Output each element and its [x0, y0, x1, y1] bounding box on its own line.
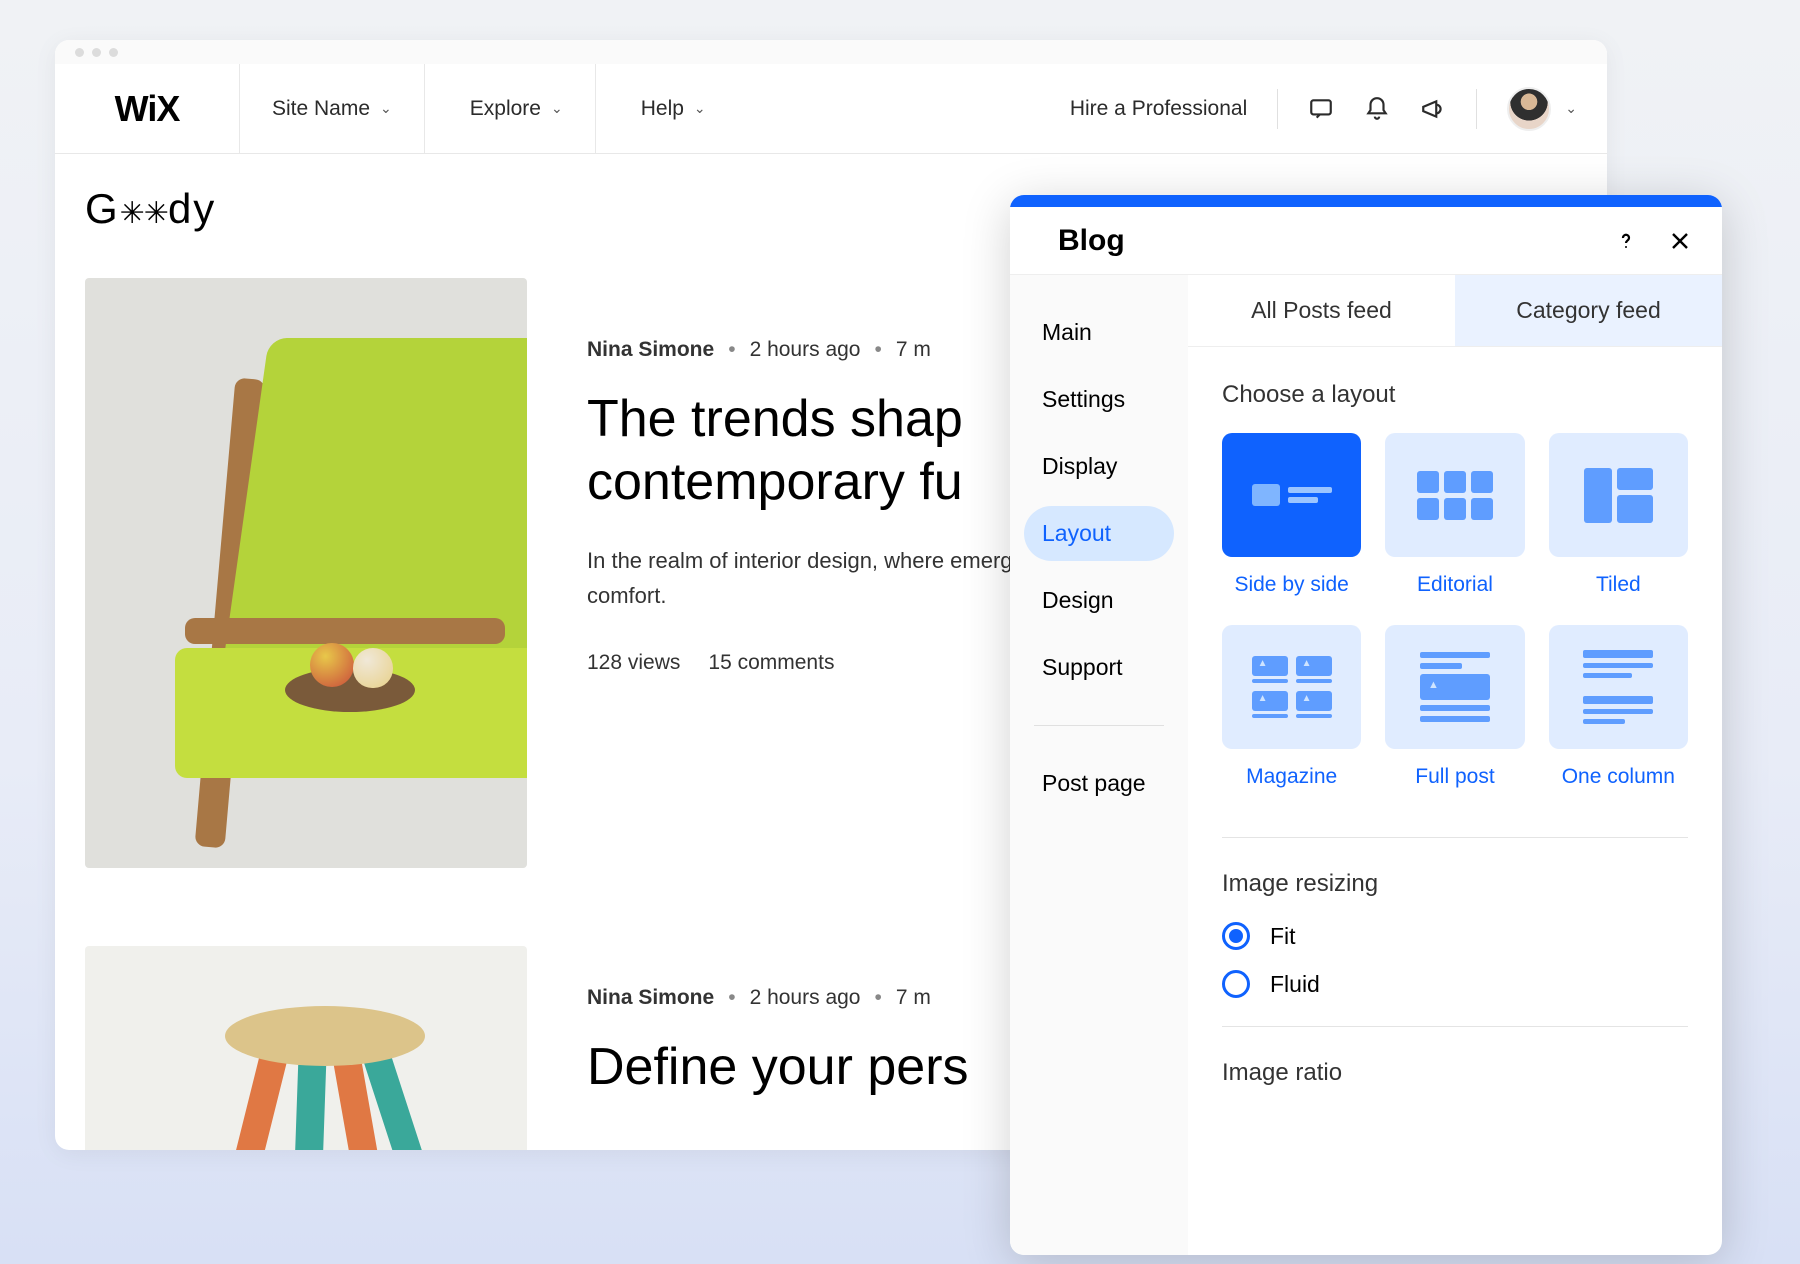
window-dot [75, 48, 84, 57]
radio-fluid[interactable]: Fluid [1222, 970, 1688, 998]
layout-option-one-column[interactable]: One column [1549, 625, 1688, 789]
explore-label: Explore [470, 97, 541, 121]
post-time: 2 hours ago [750, 986, 861, 1010]
sidebar-item-design[interactable]: Design [1024, 573, 1174, 628]
avatar [1507, 87, 1551, 131]
layout-option-label: Side by side [1222, 573, 1361, 597]
explore-dropdown[interactable]: Explore ⌄ [425, 64, 596, 153]
layout-option-label: One column [1549, 765, 1688, 789]
chevron-down-icon: ⌄ [380, 100, 392, 117]
wix-logo[interactable]: WiX [55, 64, 240, 153]
layout-option-side-by-side[interactable]: Side by side [1222, 433, 1361, 597]
panel-tabs: All Posts feed Category feed [1188, 275, 1722, 347]
sidebar-item-post-page[interactable]: Post page [1024, 756, 1174, 811]
separator-dot: • [874, 986, 881, 1010]
site-name-label: Site Name [272, 97, 370, 121]
layout-preview [1549, 625, 1688, 749]
chevron-down-icon: ⌄ [1565, 100, 1577, 117]
layout-grid: Side by side Editorial Tiled [1222, 433, 1688, 789]
layout-option-label: Editorial [1385, 573, 1524, 597]
window-dot [109, 48, 118, 57]
sidebar-item-settings[interactable]: Settings [1024, 372, 1174, 427]
help-dropdown[interactable]: Help ⌄ [596, 64, 738, 153]
divider [1476, 89, 1477, 129]
post-read: 7 m [896, 986, 931, 1010]
help-label: Help [641, 97, 684, 121]
panel-main: All Posts feed Category feed Choose a la… [1188, 275, 1722, 1255]
panel-accent-bar [1010, 195, 1722, 207]
megaphone-icon[interactable] [1420, 96, 1446, 122]
window-chrome [55, 40, 1607, 64]
hire-professional-link[interactable]: Hire a Professional [1070, 97, 1247, 121]
divider [1222, 1026, 1688, 1027]
user-menu[interactable]: ⌄ [1507, 87, 1577, 131]
topbar-right: Hire a Professional ⌄ [1070, 64, 1607, 153]
tab-all-posts-feed[interactable]: All Posts feed [1188, 275, 1455, 346]
image-ratio-label: Image ratio [1222, 1059, 1688, 1087]
blog-settings-panel: Blog Main Settings Display Layout Design… [1010, 195, 1722, 1255]
sidebar-item-main[interactable]: Main [1024, 305, 1174, 360]
layout-option-full-post[interactable]: Full post [1385, 625, 1524, 789]
post-image [85, 278, 527, 868]
chevron-down-icon: ⌄ [551, 100, 563, 117]
post-read: 7 m [896, 338, 931, 362]
divider [1222, 837, 1688, 838]
help-icon[interactable] [1614, 229, 1638, 253]
bell-icon[interactable] [1364, 96, 1390, 122]
separator-dot: • [728, 986, 735, 1010]
site-logo[interactable]: G✳✳dy [85, 185, 216, 233]
site-name-dropdown[interactable]: Site Name ⌄ [240, 64, 425, 153]
layout-option-label: Tiled [1549, 573, 1688, 597]
divider [1034, 725, 1164, 726]
layout-preview [1222, 625, 1361, 749]
radio-icon [1222, 922, 1250, 950]
radio-icon [1222, 970, 1250, 998]
post-author: Nina Simone [587, 986, 714, 1010]
radio-fit[interactable]: Fit [1222, 922, 1688, 950]
layout-preview [1222, 433, 1361, 557]
topbar: WiX Site Name ⌄ Explore ⌄ Help ⌄ Hire a … [55, 64, 1607, 154]
window-dot [92, 48, 101, 57]
layout-option-tiled[interactable]: Tiled [1549, 433, 1688, 597]
sidebar-item-display[interactable]: Display [1024, 439, 1174, 494]
layout-option-editorial[interactable]: Editorial [1385, 433, 1524, 597]
divider [1277, 89, 1278, 129]
layout-option-label: Magazine [1222, 765, 1361, 789]
choose-layout-label: Choose a layout [1222, 381, 1688, 409]
panel-body: Main Settings Display Layout Design Supp… [1010, 275, 1722, 1255]
image-resizing-label: Image resizing [1222, 870, 1688, 898]
post-time: 2 hours ago [750, 338, 861, 362]
panel-title: Blog [1058, 224, 1584, 258]
radio-label: Fit [1270, 923, 1296, 950]
tab-category-feed[interactable]: Category feed [1455, 275, 1722, 346]
radio-label: Fluid [1270, 971, 1320, 998]
layout-preview [1549, 433, 1688, 557]
chat-icon[interactable] [1308, 96, 1334, 122]
close-icon[interactable] [1668, 229, 1692, 253]
chevron-down-icon: ⌄ [694, 100, 706, 117]
wix-logo-text: WiX [115, 88, 180, 130]
post-views: 128 views [587, 651, 680, 675]
panel-header: Blog [1010, 207, 1722, 275]
panel-sidebar: Main Settings Display Layout Design Supp… [1010, 275, 1188, 1255]
post-image [85, 946, 527, 1150]
sidebar-item-layout[interactable]: Layout [1024, 506, 1174, 561]
post-comments: 15 comments [708, 651, 834, 675]
sidebar-item-support[interactable]: Support [1024, 640, 1174, 695]
separator-dot: • [874, 338, 881, 362]
layout-preview [1385, 625, 1524, 749]
layout-option-magazine[interactable]: Magazine [1222, 625, 1361, 789]
layout-preview [1385, 433, 1524, 557]
post-author: Nina Simone [587, 338, 714, 362]
panel-content: Choose a layout Side by side [1188, 347, 1722, 1145]
layout-option-label: Full post [1385, 765, 1524, 789]
separator-dot: • [728, 338, 735, 362]
